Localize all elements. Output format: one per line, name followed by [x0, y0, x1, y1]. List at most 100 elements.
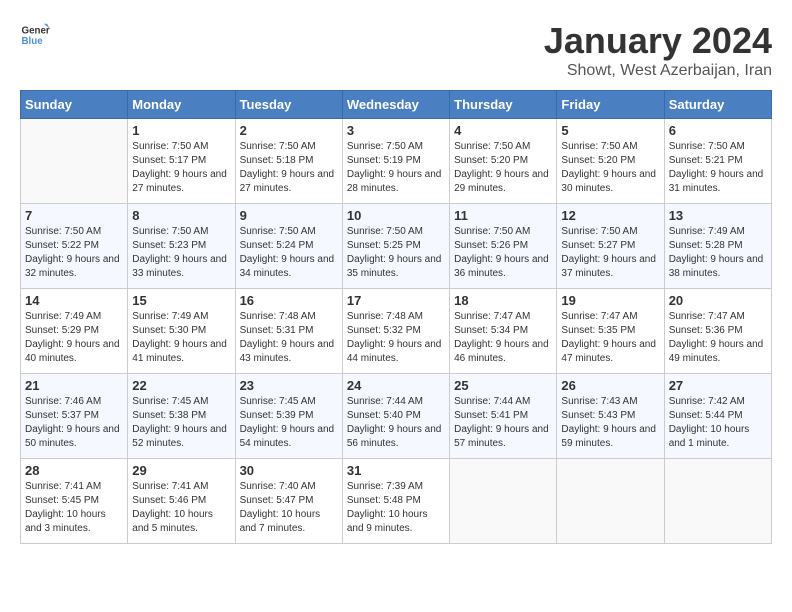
day-info: Sunrise: 7:41 AMSunset: 5:45 PMDaylight:…: [25, 480, 123, 536]
calendar-cell: 31 Sunrise: 7:39 AMSunset: 5:48 PMDayligh…: [342, 459, 449, 544]
calendar-cell: 3Sunrise: 7:50 AMSunset: 5:19 PMDaylight…: [342, 119, 449, 204]
day-info: Sunrise: 7:50 AMSunset: 5:25 PMDaylight:…: [347, 225, 445, 281]
day-number: 18: [454, 293, 552, 308]
calendar-cell: 17 Sunrise: 7:48 AMSunset: 5:32 PMDayligh…: [342, 289, 449, 374]
header: General Blue January 2024 Showt, West Az…: [20, 20, 772, 80]
calendar-cell: 23Sunrise: 7:45 AMSunset: 5:39 PMDayligh…: [235, 374, 342, 459]
col-friday: Friday: [557, 91, 664, 119]
day-number: 4: [454, 123, 552, 138]
calendar-week-5: 28 Sunrise: 7:41 AMSunset: 5:45 PMDayligh…: [21, 459, 772, 544]
logo-icon: General Blue: [20, 20, 50, 50]
col-wednesday: Wednesday: [342, 91, 449, 119]
day-info: Sunrise: 7:39 AMSunset: 5:48 PMDaylight:…: [347, 480, 445, 536]
calendar-cell: 26Sunrise: 7:43 AMSunset: 5:43 PMDayligh…: [557, 374, 664, 459]
day-info: Sunrise: 7:50 AMSunset: 5:27 PMDaylight:…: [561, 225, 659, 281]
calendar-cell: 15 Sunrise: 7:49 AMSunset: 5:30 PMDayligh…: [128, 289, 235, 374]
calendar-cell: 6Sunrise: 7:50 AMSunset: 5:21 PMDaylight…: [664, 119, 771, 204]
calendar-cell: 27Sunrise: 7:42 AMSunset: 5:44 PMDayligh…: [664, 374, 771, 459]
month-title: January 2024: [544, 20, 772, 62]
calendar-cell: 1Sunrise: 7:50 AMSunset: 5:17 PMDaylight…: [128, 119, 235, 204]
day-info: Sunrise: 7:47 AMSunset: 5:34 PMDaylight:…: [454, 310, 552, 366]
day-number: 9: [240, 208, 338, 223]
day-info: Sunrise: 7:47 AMSunset: 5:35 PMDaylight:…: [561, 310, 659, 366]
day-number: 27: [669, 378, 767, 393]
day-number: 16: [240, 293, 338, 308]
calendar-cell: [450, 459, 557, 544]
day-info: Sunrise: 7:46 AMSunset: 5:37 PMDaylight:…: [25, 395, 123, 451]
day-info: Sunrise: 7:45 AMSunset: 5:39 PMDaylight:…: [240, 395, 338, 451]
calendar-week-3: 14 Sunrise: 7:49 AMSunset: 5:29 PMDayligh…: [21, 289, 772, 374]
calendar-cell: 7Sunrise: 7:50 AMSunset: 5:22 PMDaylight…: [21, 204, 128, 289]
day-number: 14: [25, 293, 123, 308]
day-number: 15: [132, 293, 230, 308]
day-info: Sunrise: 7:49 AMSunset: 5:29 PMDaylight:…: [25, 310, 123, 366]
col-sunday: Sunday: [21, 91, 128, 119]
day-info: Sunrise: 7:50 AMSunset: 5:19 PMDaylight:…: [347, 140, 445, 196]
calendar-cell: 19 Sunrise: 7:47 AMSunset: 5:35 PMDayligh…: [557, 289, 664, 374]
calendar-cell: 11 Sunrise: 7:50 AMSunset: 5:26 PMDayligh…: [450, 204, 557, 289]
col-tuesday: Tuesday: [235, 91, 342, 119]
calendar-cell: 4Sunrise: 7:50 AMSunset: 5:20 PMDaylight…: [450, 119, 557, 204]
day-info: Sunrise: 7:50 AMSunset: 5:18 PMDaylight:…: [240, 140, 338, 196]
calendar-cell: 18 Sunrise: 7:47 AMSunset: 5:34 PMDayligh…: [450, 289, 557, 374]
day-number: 21: [25, 378, 123, 393]
day-number: 2: [240, 123, 338, 138]
calendar-cell: 16 Sunrise: 7:48 AMSunset: 5:31 PMDayligh…: [235, 289, 342, 374]
day-info: Sunrise: 7:41 AMSunset: 5:46 PMDaylight:…: [132, 480, 230, 536]
calendar-cell: 28 Sunrise: 7:41 AMSunset: 5:45 PMDayligh…: [21, 459, 128, 544]
calendar-cell: 10 Sunrise: 7:50 AMSunset: 5:25 PMDayligh…: [342, 204, 449, 289]
day-info: Sunrise: 7:49 AMSunset: 5:30 PMDaylight:…: [132, 310, 230, 366]
day-number: 12: [561, 208, 659, 223]
day-number: 24: [347, 378, 445, 393]
day-info: Sunrise: 7:48 AMSunset: 5:32 PMDaylight:…: [347, 310, 445, 366]
col-saturday: Saturday: [664, 91, 771, 119]
header-row: Sunday Monday Tuesday Wednesday Thursday…: [21, 91, 772, 119]
day-info: Sunrise: 7:43 AMSunset: 5:43 PMDaylight:…: [561, 395, 659, 451]
day-number: 30: [240, 463, 338, 478]
day-number: 20: [669, 293, 767, 308]
calendar-cell: 22 Sunrise: 7:45 AMSunset: 5:38 PMDayligh…: [128, 374, 235, 459]
page-container: General Blue January 2024 Showt, West Az…: [20, 20, 772, 544]
calendar-cell: [21, 119, 128, 204]
day-info: Sunrise: 7:44 AMSunset: 5:40 PMDaylight:…: [347, 395, 445, 451]
day-info: Sunrise: 7:48 AMSunset: 5:31 PMDaylight:…: [240, 310, 338, 366]
day-info: Sunrise: 7:50 AMSunset: 5:20 PMDaylight:…: [561, 140, 659, 196]
calendar-cell: 20 Sunrise: 7:47 AMSunset: 5:36 PMDayligh…: [664, 289, 771, 374]
calendar-cell: 9Sunrise: 7:50 AMSunset: 5:24 PMDaylight…: [235, 204, 342, 289]
svg-text:Blue: Blue: [22, 36, 44, 47]
day-info: Sunrise: 7:47 AMSunset: 5:36 PMDaylight:…: [669, 310, 767, 366]
calendar-cell: 29 Sunrise: 7:41 AMSunset: 5:46 PMDayligh…: [128, 459, 235, 544]
col-monday: Monday: [128, 91, 235, 119]
location-title: Showt, West Azerbaijan, Iran: [544, 62, 772, 80]
col-thursday: Thursday: [450, 91, 557, 119]
day-number: 22: [132, 378, 230, 393]
calendar-cell: 24 Sunrise: 7:44 AMSunset: 5:40 PMDayligh…: [342, 374, 449, 459]
day-number: 29: [132, 463, 230, 478]
title-section: January 2024 Showt, West Azerbaijan, Ira…: [544, 20, 772, 80]
day-number: 19: [561, 293, 659, 308]
calendar-cell: 21 Sunrise: 7:46 AMSunset: 5:37 PMDayligh…: [21, 374, 128, 459]
day-number: 8: [132, 208, 230, 223]
calendar-table: Sunday Monday Tuesday Wednesday Thursday…: [20, 90, 772, 544]
calendar-cell: 13 Sunrise: 7:49 AMSunset: 5:28 PMDayligh…: [664, 204, 771, 289]
day-info: Sunrise: 7:50 AMSunset: 5:17 PMDaylight:…: [132, 140, 230, 196]
logo: General Blue: [20, 20, 50, 50]
day-number: 10: [347, 208, 445, 223]
day-info: Sunrise: 7:40 AMSunset: 5:47 PMDaylight:…: [240, 480, 338, 536]
day-number: 28: [25, 463, 123, 478]
day-info: Sunrise: 7:45 AMSunset: 5:38 PMDaylight:…: [132, 395, 230, 451]
calendar-cell: 5Sunrise: 7:50 AMSunset: 5:20 PMDaylight…: [557, 119, 664, 204]
day-number: 17: [347, 293, 445, 308]
day-info: Sunrise: 7:50 AMSunset: 5:26 PMDaylight:…: [454, 225, 552, 281]
day-number: 13: [669, 208, 767, 223]
day-info: Sunrise: 7:49 AMSunset: 5:28 PMDaylight:…: [669, 225, 767, 281]
calendar-cell: 8Sunrise: 7:50 AMSunset: 5:23 PMDaylight…: [128, 204, 235, 289]
day-number: 11: [454, 208, 552, 223]
calendar-cell: 14 Sunrise: 7:49 AMSunset: 5:29 PMDayligh…: [21, 289, 128, 374]
day-info: Sunrise: 7:50 AMSunset: 5:22 PMDaylight:…: [25, 225, 123, 281]
calendar-cell: 25 Sunrise: 7:44 AMSunset: 5:41 PMDayligh…: [450, 374, 557, 459]
day-info: Sunrise: 7:44 AMSunset: 5:41 PMDaylight:…: [454, 395, 552, 451]
day-number: 25: [454, 378, 552, 393]
calendar-cell: [557, 459, 664, 544]
day-number: 31: [347, 463, 445, 478]
